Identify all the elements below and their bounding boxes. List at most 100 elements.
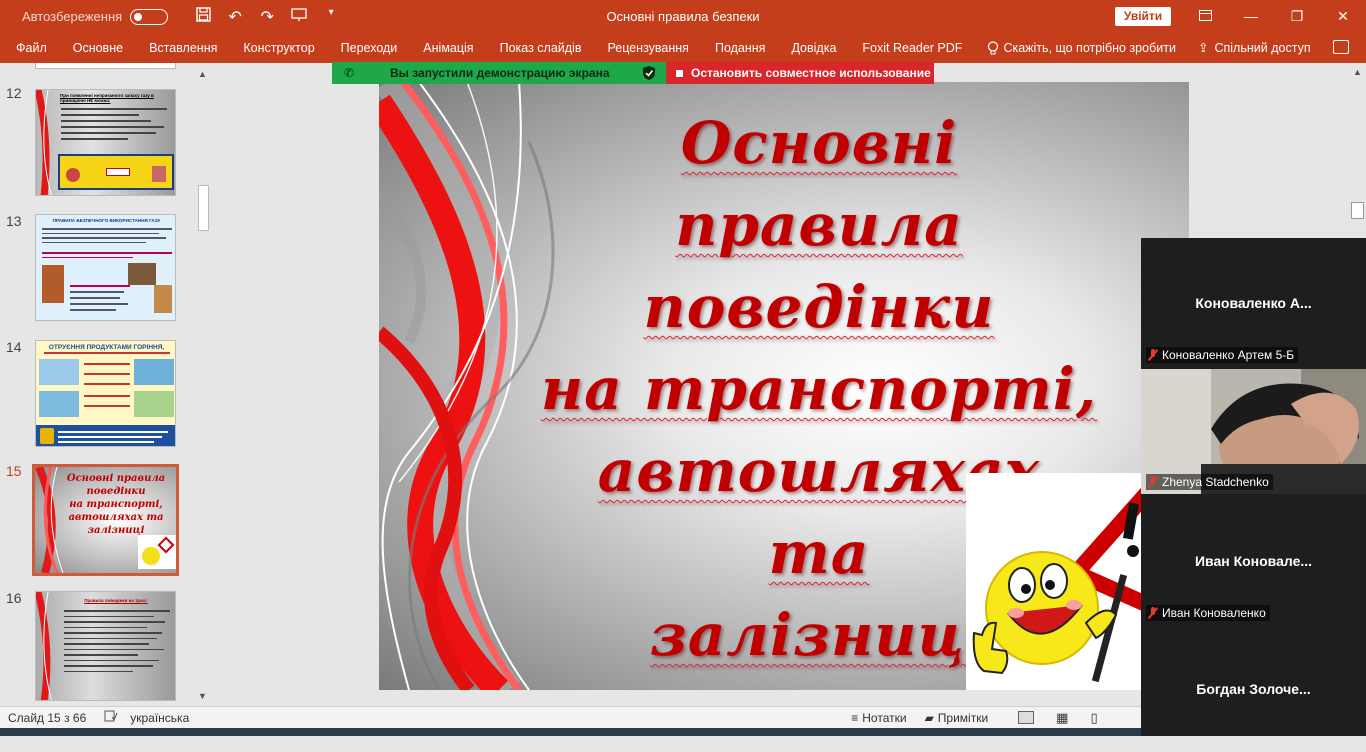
slide-thumbnail-13[interactable]: ПРАВИЛА БЕЗПЕЧНОГО ВИКОРИСТАННЯ ГАЗУ [35, 214, 176, 321]
scrollbar-thumb[interactable] [198, 185, 209, 231]
tab-view[interactable]: Подання [702, 41, 778, 55]
tab-review[interactable]: Рецензування [594, 41, 701, 55]
current-slide[interactable]: Основні правила поведінки на транспорті,… [379, 82, 1189, 690]
lightbulb-icon [988, 40, 999, 54]
thumb-16-heading: Правила поведінки на трасі: [84, 598, 148, 603]
tab-insert[interactable]: Вставлення [136, 41, 230, 55]
video-participants-panel: Коноваленко А... Коноваленко Артем 5-Б Z… [1141, 238, 1366, 736]
mic-muted-icon [1148, 476, 1158, 488]
close-icon[interactable]: ✕ [1320, 0, 1366, 33]
participant-name-label: Zhenya Stadchenko [1146, 474, 1273, 490]
shield-icon [643, 66, 655, 83]
thumb-15-smiley [138, 535, 176, 569]
participant-display-name: Коноваленко А... [1195, 295, 1312, 311]
slide-thumbnail-16[interactable]: Правила поведінки на трасі: [35, 591, 176, 701]
tell-me-label: Скажіть, що потрібно зробити [1003, 41, 1176, 55]
participant-tile[interactable]: Богдан Золоче... [1141, 624, 1366, 752]
thumb-16-text [64, 606, 170, 676]
minimize-icon[interactable]: — [1228, 0, 1274, 33]
thumb-13-image-top-right [128, 263, 156, 285]
thumb-14-footer [36, 425, 175, 446]
screenshare-notice[interactable]: ✆ Вы запустили демонстрацию экрана [332, 62, 666, 84]
thumb-number-13: 13 [6, 213, 22, 229]
share-icon: ⇪ [1198, 41, 1209, 55]
participant-name-label: Коноваленко Артем 5-Б [1146, 347, 1299, 363]
slide-thumbnails-pane: 12 При появленні неприємного запаху газу… [0, 63, 215, 706]
comments-icon[interactable] [1333, 40, 1349, 54]
thumb-13-text [42, 225, 172, 247]
customize-toolbar-icon[interactable]: ▾ [322, 7, 340, 27]
autosave-control[interactable]: Автозбереження [22, 8, 169, 25]
thumb-number-12: 12 [6, 85, 22, 101]
restore-icon[interactable]: ❐ [1274, 0, 1320, 33]
mic-muted-icon [1148, 607, 1158, 619]
autosave-toggle[interactable] [130, 8, 169, 25]
slide-sorter-icon[interactable]: ▦ [1056, 710, 1068, 726]
participant-tile[interactable]: Иван Коновале... Иван Коноваленко [1141, 496, 1366, 624]
tab-file[interactable]: Файл [0, 41, 60, 55]
participant-display-name: Иван Коновале... [1194, 553, 1313, 569]
autosave-label: Автозбереження [22, 9, 123, 24]
comments-button[interactable]: ▰ Примітки [925, 711, 989, 725]
thumb-12-image [58, 154, 174, 190]
tab-help[interactable]: Довідка [778, 41, 849, 55]
spellcheck-icon[interactable] [104, 710, 118, 725]
quick-access-toolbar: ↶ ↷ ▾ [194, 7, 340, 27]
tab-transitions[interactable]: Переходи [328, 41, 411, 55]
thumb-number-16: 16 [6, 590, 22, 606]
thumb-12-text [61, 104, 173, 152]
thumb-13-heading: ПРАВИЛА БЕЗПЕЧНОГО ВИКОРИСТАННЯ ГАЗУ [52, 218, 161, 223]
undo-icon[interactable]: ↶ [226, 7, 244, 27]
phone-icon: ✆ [344, 66, 355, 80]
tab-slideshow[interactable]: Показ слайдів [487, 41, 595, 55]
normal-view-icon[interactable] [1018, 711, 1035, 724]
language-indicator[interactable]: українська [130, 711, 189, 725]
ribbon-display-options-icon[interactable] [1182, 0, 1228, 33]
tab-design[interactable]: Конструктор [230, 41, 327, 55]
title-bar: Автозбереження ↶ ↷ ▾ Основні правила без… [0, 0, 1366, 33]
tab-animations[interactable]: Анімація [410, 41, 486, 55]
thumb-number-15: 15 [6, 463, 22, 479]
participant-video-tile[interactable]: Zhenya Stadchenko [1141, 369, 1366, 494]
participant-tile[interactable]: Коноваленко А... Коноваленко Артем 5-Б [1141, 238, 1366, 366]
slide-scroll-up-icon[interactable]: ▲ [1353, 67, 1362, 77]
start-slideshow-icon[interactable] [290, 7, 308, 27]
slide-counter: Слайд 15 з 66 [8, 710, 87, 725]
mic-muted-icon [1148, 349, 1158, 361]
slide-thumbnail-15[interactable]: Основні правила поведінки на транспорті,… [32, 464, 179, 576]
participant-display-name: Богдан Золоче... [1196, 681, 1311, 697]
comment-bubble-icon: ▰ [924, 710, 934, 725]
signin-button[interactable]: Увійти [1115, 7, 1171, 26]
thumb-14-images [39, 359, 174, 417]
thumb-12-heading: При появленні неприємного запаху газу в … [60, 93, 154, 103]
thumb-number-14: 14 [6, 339, 22, 355]
slide-scrollbar-thumb[interactable] [1351, 202, 1364, 219]
ribbon-tabs: Файл Основне Вставлення Конструктор Пере… [0, 33, 1366, 63]
save-icon[interactable] [194, 6, 212, 27]
notes-label: Нотатки [862, 710, 907, 725]
slide-thumbnail-12[interactable]: При появленні неприємного запаху газу в … [35, 89, 176, 196]
scroll-up-icon[interactable]: ▲ [198, 69, 207, 79]
share-label: Спільний доступ [1214, 41, 1311, 55]
reading-view-icon[interactable]: ▯ [1090, 710, 1097, 726]
screenshare-notice-label: Вы запустили демонстрацию экрана [390, 66, 610, 80]
thumb-14-heading: ОТРУЄННЯ ПРОДУКТАМИ ГОРІННЯ, [48, 344, 165, 351]
stop-sharing-label: Остановить совместное использование [691, 66, 931, 80]
tell-me-search[interactable]: Скажіть, що потрібно зробити [987, 40, 1176, 56]
stop-sharing-button[interactable]: Остановить совместное использование [666, 62, 934, 84]
stop-icon [676, 69, 683, 77]
notes-button[interactable]: ≡ Нотатки [851, 711, 906, 725]
share-button[interactable]: ⇪ Спільний доступ [1198, 33, 1311, 63]
thumbnails-scrollbar[interactable]: ▲ ▼ [196, 67, 211, 703]
screenshare-banner: ✆ Вы запустили демонстрацию экрана Остан… [332, 62, 934, 84]
slide-thumbnail-14[interactable]: ОТРУЄННЯ ПРОДУКТАМИ ГОРІННЯ, [35, 340, 176, 447]
tab-foxit[interactable]: Foxit Reader PDF [849, 41, 975, 55]
thumb-15-title: Основні правила поведінки на транспорті,… [66, 473, 166, 536]
thumb-partial [35, 63, 176, 69]
redo-icon[interactable]: ↷ [258, 7, 276, 27]
tab-home[interactable]: Основне [60, 41, 136, 55]
thumb-13-image-left [42, 265, 64, 303]
scroll-down-icon[interactable]: ▼ [198, 691, 207, 701]
participant-name-label: Иван Коноваленко [1146, 605, 1270, 621]
slide-vertical-scrollbar[interactable]: ▲ [1350, 63, 1366, 238]
